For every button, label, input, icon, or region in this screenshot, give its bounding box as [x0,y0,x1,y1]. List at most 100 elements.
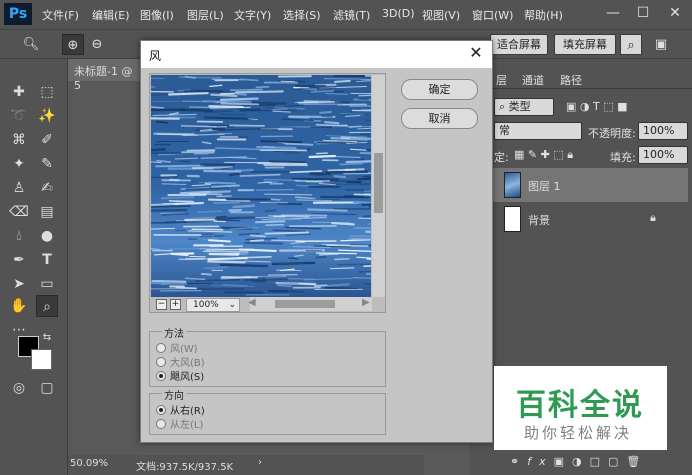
wind-streak [291,177,340,180]
layer-row-layer1[interactable]: 图层 1 [492,168,688,202]
menu-filter[interactable]: 滤镜(T) [333,7,370,23]
blur-tool-icon[interactable]: 💧︎ [8,225,30,247]
wind-filter-dialog: 风 ✕ − + 100% ⌄ ◀ ▶ 确定 取消 方法 风(W) 大风(B) 飓… [140,40,493,443]
wind-streak [314,284,328,287]
preview-vertical-scrollbar[interactable] [372,75,385,297]
preview-horizontal-scrollbar[interactable]: ◀ ▶ [248,297,372,311]
menu-edit[interactable]: 编辑(E) [92,7,130,23]
wind-streak [189,192,223,196]
workspace-icon[interactable]: ▣ [650,34,672,55]
tools-panel: ✚ ⬚ ➰ ✨ ⌘ ✐ ✦ ✎ ♙ ✍ ⌫ ▤ 💧︎ ● ✒ T ➤ ▭ ✋ ⌕… [0,59,68,475]
blend-mode-select[interactable]: 常 [494,122,582,140]
healing-brush-icon[interactable]: ✦ [8,153,30,175]
radio-button[interactable] [156,343,166,353]
preview-zoom-select[interactable]: 100% ⌄ [186,298,240,312]
eraser-tool-icon[interactable]: ⌫ [8,201,30,223]
menu-layer[interactable]: 图层(L) [187,7,224,23]
layer-row-background[interactable]: 背景 🔒︎ [492,202,688,236]
radio-button[interactable] [156,405,166,415]
lasso-tool-icon[interactable]: ➰ [8,105,30,127]
dialog-titlebar[interactable]: 风 ✕ [141,41,492,68]
menu-select[interactable]: 选择(S) [283,7,321,23]
close-app-button[interactable]: ✕ [660,0,690,29]
move-tool-icon[interactable]: ✚ [8,81,30,103]
menu-view[interactable]: 视图(V) [422,7,460,23]
eyedropper-icon[interactable]: ✐ [36,129,58,151]
scroll-right-icon[interactable]: ▶ [362,297,370,308]
hand-tool-icon[interactable]: ✋ [8,295,30,317]
minimize-button[interactable]: — [598,0,628,29]
history-brush-icon[interactable]: ✍ [36,177,58,199]
maximize-button[interactable]: ☐ [628,0,658,29]
method-option-wind[interactable]: 风(W) [156,340,198,355]
zoom-out-preview-button[interactable]: − [156,299,167,310]
quick-mask-icon[interactable]: ◎ [8,377,30,399]
horizontal-scroll-thumb[interactable] [275,300,335,308]
search-icon[interactable]: ⌕ [620,34,642,55]
ok-button[interactable]: 确定 [401,79,478,100]
opacity-input[interactable]: 100% [638,122,688,140]
radio-button[interactable] [156,371,166,381]
gradient-tool-icon[interactable]: ▤ [36,201,58,223]
menu-help[interactable]: 帮助(H) [524,7,563,23]
marquee-tool-icon[interactable]: ⬚ [36,81,58,103]
vertical-scroll-thumb[interactable] [374,153,383,213]
stamp-tool-icon[interactable]: ♙ [8,177,30,199]
lock-icons[interactable]: ▦ ✎ ✚ ⬚ 🔒︎ [514,148,573,162]
filter-icons[interactable]: ▣ ◑ T ⬚ ■ [566,100,627,113]
layer-thumbnail [504,172,521,198]
menu-file[interactable]: 文件(F) [42,7,79,23]
zoom-in-icon[interactable]: ⊕ [62,34,84,55]
zoom-in-preview-button[interactable]: + [170,299,181,310]
wind-streak [318,253,339,256]
wind-streak [358,94,371,97]
layer-kind-filter[interactable]: ⌕ 类型 [494,98,554,116]
preview-image[interactable] [151,75,371,297]
brush-tool-icon[interactable]: ✎ [36,153,58,175]
layer-name: 图层 1 [528,180,561,193]
zoom-tool-panel-icon[interactable]: ⌕ [36,295,58,317]
method-option-blast[interactable]: 大风(B) [156,354,205,369]
kind-label: 类型 [508,100,531,113]
dodge-tool-icon[interactable]: ● [36,225,58,247]
tab-layers[interactable]: 层 [496,72,507,88]
menu-image[interactable]: 图像(I) [140,7,174,23]
dialog-close-icon[interactable]: ✕ [466,44,486,64]
fill-input[interactable]: 100% [638,146,688,164]
swap-colors-icon[interactable]: ⇆ [40,331,54,345]
direction-option-left[interactable]: 从左(L) [156,416,203,431]
cancel-button[interactable]: 取消 [401,108,478,129]
path-select-icon[interactable]: ➤ [8,273,30,295]
wind-streak [331,221,355,226]
menu-type[interactable]: 文字(Y) [234,7,271,23]
background-color-swatch[interactable] [31,349,52,370]
menu-window[interactable]: 窗口(W) [472,7,513,23]
type-tool-icon[interactable]: T [36,249,58,271]
zoom-tool-icon[interactable]: 🔍︎ [20,34,42,55]
pen-tool-icon[interactable]: ✒ [8,249,30,271]
wind-streak [362,215,371,218]
method-option-stagger[interactable]: 飓风(S) [156,368,204,383]
zoom-readout[interactable]: 50.09% [70,458,108,469]
menu-3d[interactable]: 3D(D) [382,7,415,20]
layer-actions-icons[interactable]: ⚭fx▣◑□▢🗑︎ [510,455,648,468]
wind-streak [151,281,188,285]
document-tab[interactable]: 未标题-1 @ 5 [68,59,148,92]
crop-tool-icon[interactable]: ⌘ [8,129,30,151]
screen-mode-icon[interactable]: ▢ [36,377,58,399]
zoom-out-icon[interactable]: ⊖ [86,34,108,55]
wind-streak [251,279,266,283]
status-arrow-icon[interactable]: › [258,457,262,468]
dialog-title: 风 [149,49,162,63]
fill-screen-button[interactable]: 填充屏幕 [554,34,616,55]
magic-wand-icon[interactable]: ✨ [36,105,58,127]
fit-screen-button[interactable]: 适合屏幕 [490,34,548,55]
rectangle-tool-icon[interactable]: ▭ [36,273,58,295]
scroll-left-icon[interactable]: ◀ [248,297,256,308]
tab-channels[interactable]: 通道 [522,72,544,88]
direction-option-right[interactable]: 从右(R) [156,402,205,417]
layer-thumbnail [504,206,521,232]
radio-button[interactable] [156,357,166,367]
tab-paths[interactable]: 路径 [560,72,582,88]
radio-button[interactable] [156,419,166,429]
